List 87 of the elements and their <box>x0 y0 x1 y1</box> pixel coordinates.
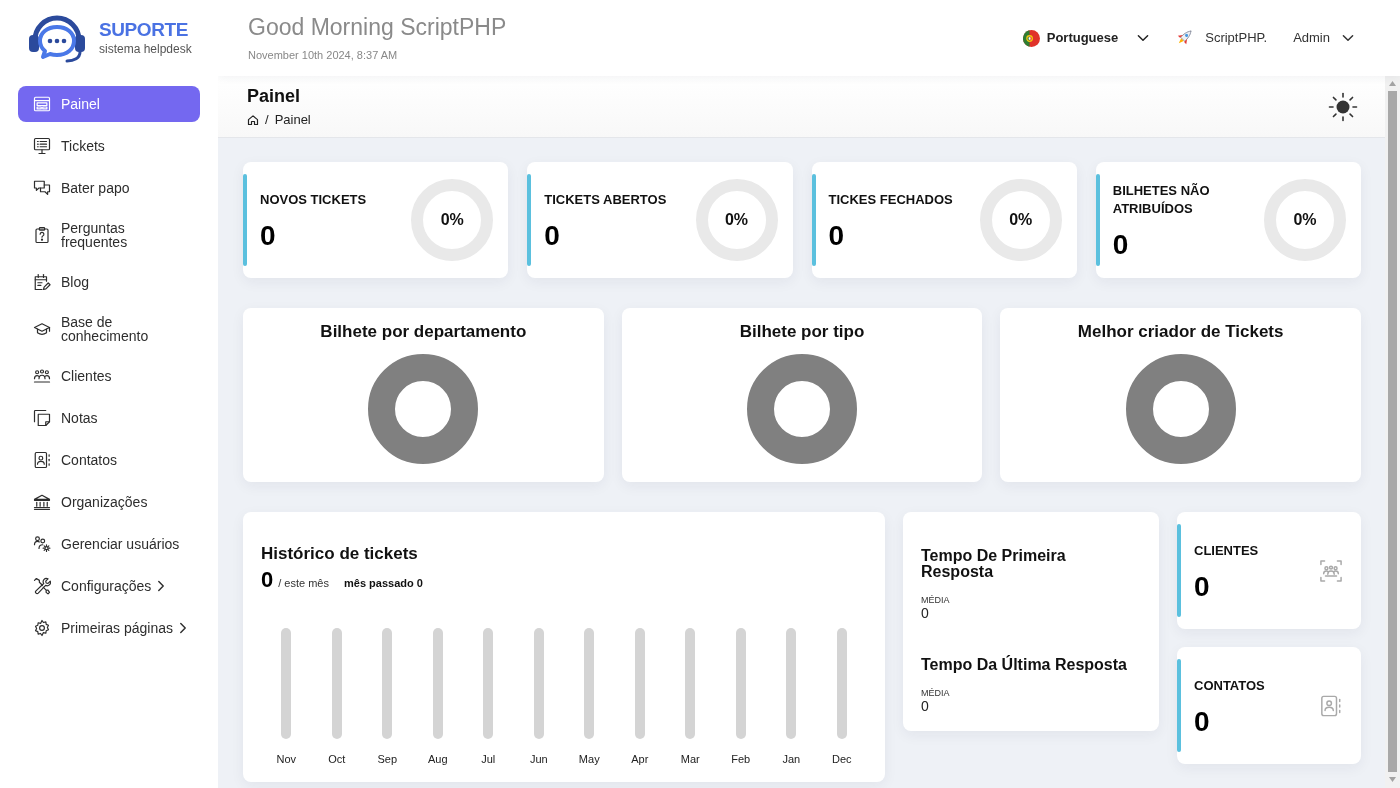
graduation-cap-icon <box>33 320 51 338</box>
chart-title: Bilhete por departamento <box>320 321 527 343</box>
bank-building-icon <box>33 493 51 511</box>
site-link[interactable]: ScriptPHP. <box>1173 27 1268 49</box>
stat-title: TICKETS ABERTOS <box>544 191 667 209</box>
month-label: Oct <box>328 752 346 766</box>
sidebar-item[interactable]: Painel <box>18 86 200 122</box>
users-gear-icon <box>33 535 51 553</box>
stat-title: TICKES FECHADOS <box>828 191 953 209</box>
user-menu-button[interactable]: Admin <box>1293 28 1354 48</box>
response-title: Tempo Da Última Resposta <box>921 657 1127 673</box>
stat-value: 0 <box>260 223 276 249</box>
breadcrumb-separator: / <box>265 111 269 128</box>
chart-title: Bilhete por tipo <box>739 321 865 343</box>
percent-label: 0% <box>1293 210 1317 230</box>
stat-title: NOVOS TICKETS <box>260 191 367 209</box>
scroll-up-arrow-icon[interactable] <box>1389 81 1396 86</box>
month-label: Nov <box>276 752 297 766</box>
brand-tagline: sistema helpdesk <box>99 42 192 56</box>
sidebar-item[interactable]: Bater papo <box>18 170 200 206</box>
response-title: Tempo De Primeira Resposta <box>921 548 1067 580</box>
monitor-list-icon <box>33 137 51 155</box>
total-value: 0 <box>1194 708 1210 735</box>
clipboard-question-icon <box>33 226 51 244</box>
sidebar-item[interactable]: Blog <box>18 264 200 300</box>
greeting-title: Good Morning ScriptPHP <box>248 14 507 40</box>
ticket-count: 0 <box>261 569 274 591</box>
stacked-notes-icon <box>33 409 51 427</box>
note-pencil-icon <box>33 273 51 291</box>
sun-icon[interactable] <box>1328 91 1358 122</box>
month-label: Aug <box>427 752 448 766</box>
average-label: MÉDIA <box>921 595 950 606</box>
home-icon[interactable] <box>247 113 259 126</box>
sidebar-item[interactable]: Configurações <box>18 568 200 604</box>
language-dropdown[interactable]: Portuguese <box>1022 28 1150 48</box>
average-value: 0 <box>921 606 929 620</box>
total-value: 0 <box>1194 573 1210 600</box>
period-label: / este mês <box>278 576 329 591</box>
people-frame-icon <box>1320 559 1342 582</box>
contact-book-icon <box>1320 694 1342 717</box>
stat-title: BILHETES NÃO ATRIBUÍDOS <box>1112 182 1211 218</box>
average-value: 0 <box>921 699 929 713</box>
stat-value: 0 <box>828 223 845 249</box>
previous-month-label: mês passado 0 <box>344 576 423 591</box>
scrollbar-thumb[interactable] <box>1388 91 1397 772</box>
percent-label: 0% <box>724 210 749 230</box>
sidebar-item[interactable]: Contatos <box>18 442 200 478</box>
sidebar-item[interactable]: Primeiras páginas <box>18 610 200 646</box>
month-label: May <box>578 752 600 766</box>
month-label: Apr <box>631 752 649 766</box>
gear-icon <box>33 619 51 637</box>
sidebar-item[interactable]: Clientes <box>18 358 200 394</box>
month-label: Mar <box>680 752 700 766</box>
tools-icon <box>33 577 51 595</box>
dashboard-icon <box>33 95 51 113</box>
scroll-down-arrow-icon[interactable] <box>1389 777 1396 782</box>
contact-book-icon <box>33 451 51 469</box>
date-text: November 10th 2024, 8:37 AM <box>248 49 398 62</box>
month-label: Sep <box>377 752 398 766</box>
chevron-down-icon <box>1137 34 1150 42</box>
sidebar-item[interactable]: Organizações <box>18 484 200 520</box>
sidebar-item[interactable]: Tickets <box>18 128 200 164</box>
total-title: CONTATOS <box>1194 676 1265 695</box>
brand-name: SUPORTE <box>99 20 189 40</box>
percent-label: 0% <box>440 210 464 230</box>
month-label: Jun <box>529 752 548 766</box>
total-title: CLIENTES <box>1194 541 1259 560</box>
breadcrumb-current: Painel <box>274 111 311 128</box>
percent-label: 0% <box>1009 210 1033 230</box>
month-label: Jul <box>481 752 496 766</box>
people-group-icon <box>33 367 51 385</box>
chevron-down-icon <box>1342 34 1354 42</box>
sidebar-item[interactable]: Base de conhecimento <box>18 306 200 352</box>
flag-icon <box>1022 29 1040 47</box>
average-label: MÉDIA <box>921 688 950 699</box>
month-label: Feb <box>731 752 751 766</box>
month-label: Jan <box>782 752 801 766</box>
stat-value: 0 <box>1112 232 1129 258</box>
history-title: Histórico de tickets <box>261 543 418 565</box>
chart-title: Melhor criador de Tickets <box>1077 321 1284 343</box>
month-label: Dec <box>831 752 852 766</box>
sidebar-item[interactable]: Perguntas frequentes <box>18 212 200 258</box>
page-title: Painel <box>247 85 301 106</box>
stat-value: 0 <box>544 223 560 249</box>
chat-bubbles-icon <box>33 179 51 197</box>
sidebar-item[interactable]: Gerenciar usuários <box>18 526 200 562</box>
sidebar-item[interactable]: Notas <box>18 400 200 436</box>
